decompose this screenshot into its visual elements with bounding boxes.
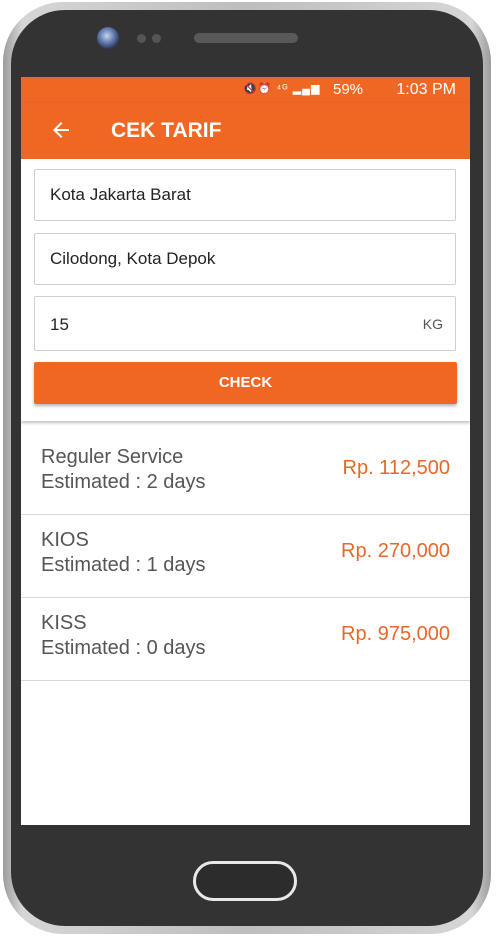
- service-name: KIOS: [41, 529, 89, 551]
- service-estimate: Estimated : 2 days: [41, 471, 206, 493]
- arrow-left-icon[interactable]: [49, 118, 73, 142]
- list-item[interactable]: KIOS Estimated : 1 days Rp. 270,000: [21, 515, 470, 598]
- service-estimate: Estimated : 1 days: [41, 554, 206, 576]
- destination-input[interactable]: Cilodong, Kota Depok: [34, 233, 456, 285]
- home-button[interactable]: [193, 861, 297, 901]
- status-time: 1:03 PM: [396, 81, 456, 98]
- sensor-dot: [137, 34, 146, 43]
- results-list: Reguler Service Estimated : 2 days Rp. 1…: [21, 432, 470, 681]
- tariff-form: Kota Jakarta Barat Cilodong, Kota Depok …: [21, 159, 470, 421]
- origin-input[interactable]: Kota Jakarta Barat: [34, 169, 456, 221]
- service-price: Rp. 270,000: [341, 540, 450, 562]
- page-title: CEK TARIF: [111, 119, 222, 142]
- weight-input[interactable]: 15 KG: [34, 296, 456, 351]
- service-name: KISS: [41, 612, 87, 634]
- destination-value: Cilodong, Kota Depok: [50, 249, 216, 268]
- screen: 🔇⏰ ⁴ᴳ ▂▄▆ 59% 1:03 PM CEK TARIF Kota Jak…: [21, 77, 470, 825]
- weight-unit: KG: [422, 316, 443, 332]
- check-button[interactable]: CHECK: [34, 362, 457, 404]
- status-bar: 🔇⏰ ⁴ᴳ ▂▄▆ 59% 1:03 PM: [21, 77, 470, 103]
- service-estimate: Estimated : 0 days: [41, 637, 206, 659]
- weight-value: 15: [50, 315, 69, 334]
- earpiece-speaker: [194, 33, 298, 43]
- service-price: Rp. 975,000: [341, 623, 450, 645]
- battery-level: 59%: [333, 81, 364, 98]
- status-icons: 🔇⏰ ⁴ᴳ ▂▄▆: [243, 83, 321, 95]
- front-camera: [97, 27, 119, 49]
- service-name: Reguler Service: [41, 446, 184, 468]
- list-item[interactable]: KISS Estimated : 0 days Rp. 975,000: [21, 598, 470, 681]
- sensor-dot: [152, 34, 161, 43]
- origin-value: Kota Jakarta Barat: [50, 185, 191, 204]
- app-bar: CEK TARIF: [21, 103, 470, 159]
- list-item[interactable]: Reguler Service Estimated : 2 days Rp. 1…: [21, 432, 470, 515]
- service-price: Rp. 112,500: [342, 457, 451, 479]
